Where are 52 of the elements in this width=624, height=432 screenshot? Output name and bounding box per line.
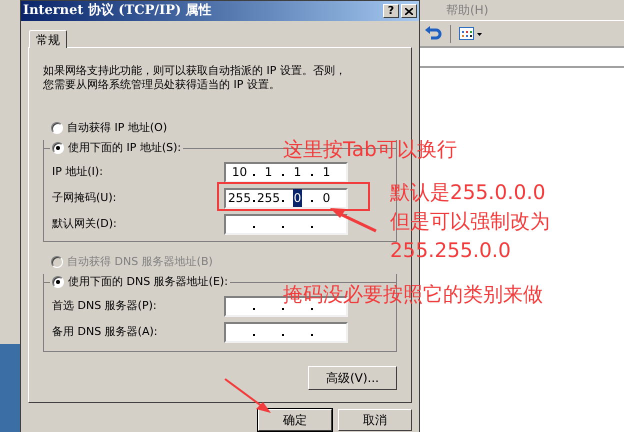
description-text: 您需要从网络系统管理员处获得适当的 IP 设置。 [43, 78, 281, 92]
dialog-button[interactable]: 确定 [258, 409, 332, 431]
radio-label: 自动获得 DNS 服务器地址(B) [67, 254, 213, 270]
dialog-button[interactable]: 取消 [338, 409, 412, 431]
octet-separator-icon [311, 308, 313, 310]
octet-separator-icon [282, 334, 284, 336]
window-title: Internet 协议 (TCP/IP) 属性 [23, 2, 213, 20]
close-icon [405, 8, 413, 14]
octet-separator-icon [311, 334, 313, 336]
octet-separator-icon [311, 200, 313, 202]
octet-separator-icon [253, 174, 255, 176]
close-button[interactable] [401, 4, 417, 18]
octet-separator-icon [253, 308, 255, 310]
advanced-button[interactable]: 高级(V)... [308, 366, 397, 390]
arrow [223, 377, 273, 415]
octet-text: 1 [294, 164, 302, 181]
ip-address-field[interactable] [224, 214, 348, 234]
octet-text: 0 [292, 189, 302, 207]
field-label: 子网掩码(U): [52, 190, 116, 206]
radio-button[interactable] [51, 122, 63, 134]
octet-text: 10 [232, 164, 248, 181]
description-text: 如果网络支持此功能，则可以获取自动指派的 IP 设置。否则， [43, 64, 347, 78]
octet-text: 1 [264, 164, 272, 181]
octet-text: 0 [322, 190, 330, 207]
radio-label: 使用下面的 IP 地址(S): [68, 140, 182, 156]
view-menu-icon[interactable] [459, 26, 483, 40]
octet-text: 255 [257, 190, 280, 207]
octet-separator-icon [282, 200, 284, 202]
octet-separator-icon [253, 226, 255, 228]
help-button[interactable]: ? [383, 4, 399, 18]
octet-separator-icon [311, 174, 313, 176]
octet-separator-icon [282, 226, 284, 228]
field-label: 首选 DNS 服务器(P): [52, 298, 157, 314]
radio-button[interactable] [52, 276, 64, 288]
octet-separator-icon [253, 200, 255, 202]
octet-separator-icon [282, 174, 284, 176]
octet-text: 255 [228, 190, 251, 207]
ip-address-field[interactable] [224, 322, 348, 342]
radio-label: 使用下面的 DNS 服务器地址(E): [68, 274, 228, 290]
ip-address-field[interactable]: 255 255 0 0 [224, 188, 348, 208]
octet-separator-icon [253, 334, 255, 336]
octet-separator-icon [282, 308, 284, 310]
field-label: 默认网关(D): [52, 216, 117, 232]
radio-label: 自动获得 IP 地址(O) [67, 120, 168, 136]
tab[interactable]: 常规 [29, 30, 67, 48]
field-label: 备用 DNS 服务器(A): [52, 324, 158, 340]
radio-button[interactable] [52, 142, 64, 154]
octet-text: 1 [322, 164, 330, 181]
ip-address-field[interactable]: 10 1 1 1 [224, 162, 348, 182]
undo-icon[interactable] [424, 26, 442, 42]
octet-separator-icon [311, 226, 313, 228]
field-label: IP 地址(I): [52, 164, 103, 180]
